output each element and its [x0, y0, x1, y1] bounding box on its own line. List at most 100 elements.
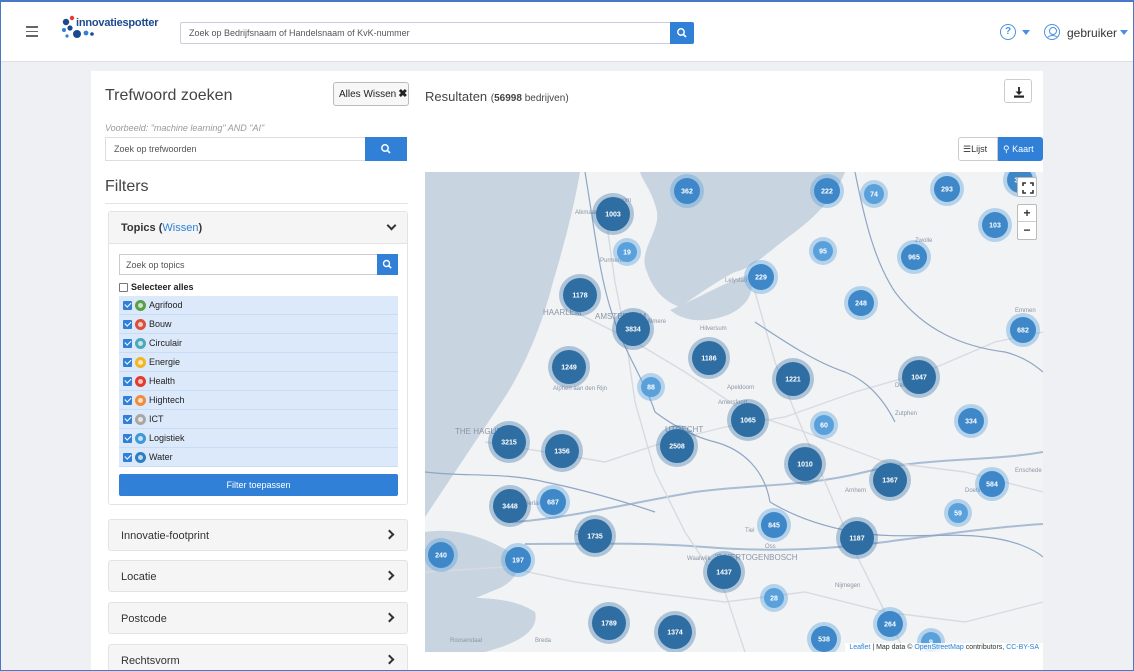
osm-link[interactable]: OpenStreetMap — [914, 644, 963, 651]
cluster-marker[interactable]: 3215 — [488, 421, 530, 463]
cluster-marker[interactable]: 74 — [860, 180, 888, 208]
topic-checkbox-bouw[interactable]: Bouw — [119, 315, 398, 334]
cluster-marker[interactable]: 2508 — [656, 425, 698, 467]
attribution-text: | Map data © — [872, 644, 913, 651]
results-count-suffix: bedrijven — [524, 93, 566, 104]
topic-label: Water — [149, 452, 173, 462]
cluster-marker[interactable]: 240 — [425, 538, 458, 572]
cluster-marker[interactable]: 845 — [757, 508, 791, 542]
cluster-count: 222 — [821, 189, 833, 196]
topic-checkbox-ict[interactable]: ICT — [119, 410, 398, 429]
topic-checkbox-logistiek[interactable]: Logistiek — [119, 429, 398, 448]
list-view-button[interactable]: ☰Lijst — [958, 137, 998, 161]
cluster-marker[interactable]: 584 — [975, 467, 1009, 501]
panel-postcode[interactable]: Postcode — [108, 602, 408, 634]
cluster-marker[interactable]: 538 — [807, 622, 841, 652]
menu-icon[interactable] — [26, 26, 38, 37]
user-dropdown-caret-icon[interactable] — [1120, 30, 1128, 35]
cluster-marker[interactable]: 60 — [810, 411, 838, 439]
company-search-input[interactable] — [180, 22, 670, 44]
username[interactable]: gebruiker — [1067, 26, 1117, 40]
cluster-marker[interactable]: 1735 — [574, 515, 616, 557]
cluster-marker[interactable]: 248 — [844, 286, 878, 320]
cluster-marker[interactable]: 293 — [930, 172, 964, 206]
download-button[interactable] — [1004, 79, 1032, 103]
cluster-marker[interactable]: 229 — [744, 260, 778, 294]
cluster-marker[interactable]: 3834 — [612, 308, 654, 350]
cluster-count: 362 — [681, 189, 693, 196]
cluster-marker[interactable]: 334 — [954, 404, 988, 438]
topics-panel: Topics (Wissen) Selecteer alles Agrifood… — [108, 211, 408, 505]
topics-search-input[interactable] — [119, 254, 377, 275]
fullscreen-button[interactable] — [1017, 177, 1037, 197]
cluster-count: 1178 — [572, 293, 587, 300]
cluster-marker[interactable]: 1221 — [772, 358, 814, 400]
cluster-marker[interactable]: 1178 — [559, 274, 601, 316]
chip-icon — [135, 394, 146, 406]
topic-checkbox-health[interactable]: Health — [119, 372, 398, 391]
cluster-marker[interactable]: 1186 — [688, 337, 730, 379]
panel-label: Innovatie-footprint — [121, 530, 210, 542]
select-all-checkbox[interactable]: Selecteer alles — [119, 282, 194, 292]
topic-checkbox-agrifood[interactable]: Agrifood — [119, 296, 398, 315]
cluster-marker[interactable]: 3448 — [489, 485, 531, 527]
topic-checkbox-circulair[interactable]: Circulair — [119, 334, 398, 353]
cluster-marker[interactable]: 687 — [536, 485, 570, 519]
topic-checkbox-hightech[interactable]: Hightech — [119, 391, 398, 410]
cluster-marker[interactable]: 1249 — [548, 346, 590, 388]
cluster-marker[interactable]: 95 — [809, 237, 837, 265]
user-icon[interactable] — [1044, 24, 1060, 40]
panel-rechtsvorm[interactable]: Rechtsvorm — [108, 644, 408, 671]
app-logo[interactable]: innovatiespotter — [60, 14, 170, 46]
cluster-marker[interactable]: 88 — [637, 373, 665, 401]
zoom-out-button[interactable]: − — [1018, 222, 1036, 239]
cluster-count: 3834 — [625, 327, 641, 334]
cluster-marker[interactable]: 264 — [873, 607, 907, 641]
panel-innovatie-footprint[interactable]: Innovatie-footprint — [108, 519, 408, 551]
topics-search-button[interactable] — [377, 254, 398, 275]
cluster-marker[interactable]: 28 — [760, 584, 788, 612]
cluster-marker[interactable]: 965 — [897, 240, 931, 274]
topic-checkbox-energie[interactable]: Energie — [119, 353, 398, 372]
topics-header[interactable]: Topics (Wissen) — [109, 212, 407, 244]
cluster-marker[interactable]: 1367 — [869, 459, 911, 501]
cluster-marker[interactable]: 1010 — [784, 443, 826, 485]
leaflet-link[interactable]: Leaflet — [849, 644, 870, 651]
clear-all-button[interactable]: Alles Wissen ✖ — [333, 82, 409, 106]
cluster-marker[interactable]: 59 — [944, 499, 972, 527]
topic-checkbox-water[interactable]: Water — [119, 448, 398, 467]
help-icon[interactable]: ? — [1000, 24, 1016, 40]
cluster-marker[interactable]: 1065 — [727, 399, 769, 441]
topics-title: Topics — [121, 222, 156, 234]
cluster-count: 682 — [1017, 328, 1029, 335]
license-link[interactable]: CC-BY-SA — [1006, 644, 1039, 651]
cluster-marker[interactable]: 682 — [1006, 313, 1040, 347]
cluster-marker[interactable]: 1187 — [836, 517, 878, 559]
keyword-input[interactable] — [105, 137, 365, 161]
cluster-marker[interactable]: 222 — [810, 174, 844, 208]
topics-label: Topics (Wissen) — [121, 222, 203, 234]
company-search-button[interactable] — [670, 22, 694, 44]
cluster-count: 1065 — [740, 418, 756, 425]
panel-locatie[interactable]: Locatie — [108, 560, 408, 592]
chevron-right-icon — [384, 612, 395, 623]
cluster-marker[interactable]: 1789 — [588, 602, 630, 644]
apply-filter-button[interactable]: Filter toepassen — [119, 474, 398, 496]
cluster-marker[interactable]: 103 — [978, 208, 1012, 242]
cluster-marker[interactable]: 197 — [501, 543, 535, 577]
topics-clear-link[interactable]: Wissen — [162, 222, 198, 234]
help-dropdown-caret-icon[interactable] — [1022, 30, 1030, 35]
cluster-marker[interactable]: 19 — [613, 238, 641, 266]
cluster-count: 1249 — [561, 365, 577, 372]
clear-all-label: Alles Wissen — [339, 89, 397, 100]
cluster-marker[interactable]: 1437 — [703, 551, 745, 593]
cluster-marker[interactable]: 1356 — [541, 430, 583, 472]
zoom-in-button[interactable]: + — [1018, 205, 1036, 222]
map-view-button[interactable]: ⚲ Kaart — [998, 137, 1043, 161]
cluster-marker[interactable]: 1374 — [654, 611, 696, 652]
keyword-search-button[interactable] — [365, 137, 407, 161]
cluster-marker[interactable]: 1047 — [898, 356, 940, 398]
cluster-marker[interactable]: 1003 — [592, 193, 634, 235]
cluster-marker[interactable]: 362 — [670, 174, 704, 208]
map-canvas[interactable]: AlkmaarHAARLEMAMSTERDAMAlmereUTRECHTTHE … — [425, 172, 1043, 652]
